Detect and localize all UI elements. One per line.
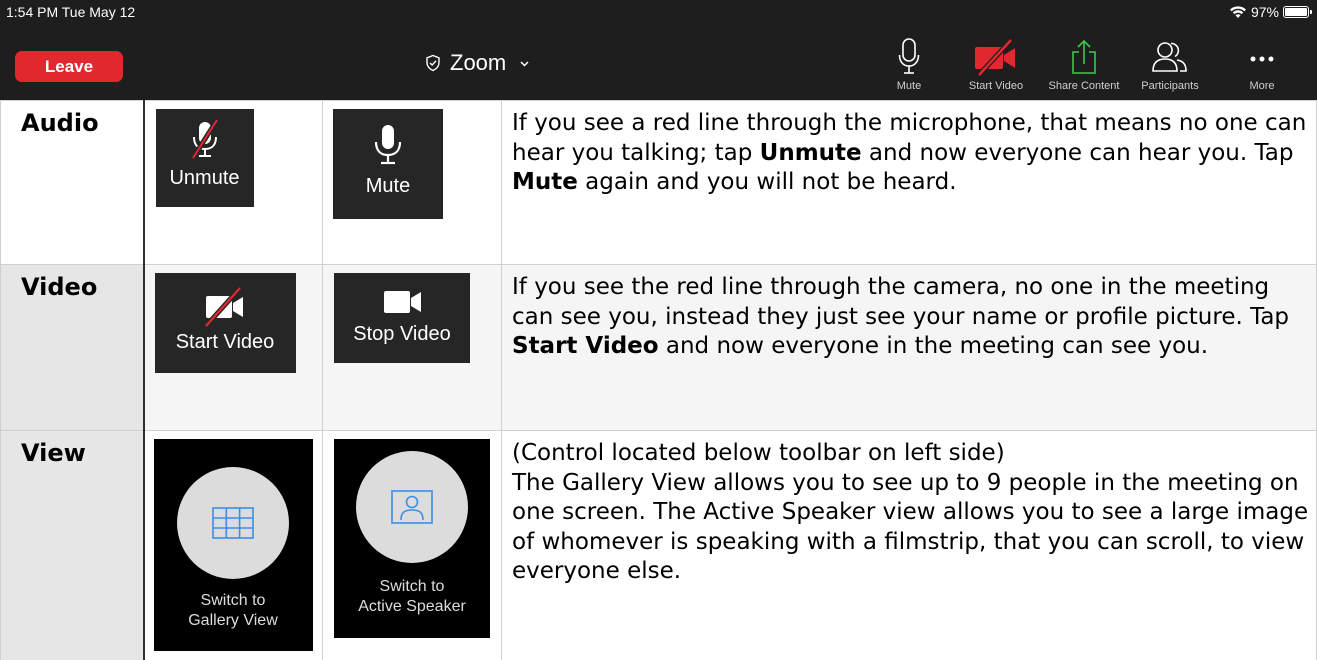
view-description: (Control located below toolbar on left s…	[501, 430, 1317, 660]
gallery-view-label: Switch to Gallery View	[188, 592, 278, 629]
table-row-view: View Switch to Gallery View Switch to Ac…	[0, 430, 1317, 660]
video-camera-icon	[384, 291, 421, 313]
unmute-label: Unmute	[169, 167, 240, 189]
wifi-icon	[1229, 6, 1246, 18]
participants-icon	[1152, 42, 1187, 72]
active-speaker-button-sample: Switch to Active Speaker	[334, 439, 490, 638]
share-icon	[1072, 39, 1096, 74]
row-header-video: Video	[0, 264, 145, 431]
microphone-icon	[374, 125, 402, 165]
microphone-muted-icon	[190, 118, 219, 160]
participants-button[interactable]: Participants	[1125, 36, 1215, 96]
gallery-view-button-sample: Switch to Gallery View	[153, 439, 313, 651]
meeting-title-dropdown[interactable]: Zoom	[424, 48, 531, 78]
more-icon	[1250, 56, 1274, 62]
stop-video-label: Stop Video	[353, 323, 451, 345]
microphone-icon	[898, 38, 920, 74]
row-header-view: View	[0, 430, 145, 660]
more-label: More	[1249, 80, 1275, 92]
mute-button-sample: Mute	[333, 109, 443, 219]
grid-icon	[212, 507, 254, 539]
stop-video-button-sample: Stop Video	[334, 273, 470, 363]
chevron-down-icon	[520, 60, 529, 67]
video-off-icon	[975, 38, 1015, 77]
video-description: If you see the red line through the came…	[501, 264, 1317, 431]
mute-button[interactable]: Mute	[864, 36, 954, 96]
controls-guide-table: Audio Unmute Mute If you see a red line …	[0, 100, 1317, 660]
shield-check-icon	[426, 54, 440, 72]
mute-label: Mute	[365, 175, 411, 197]
table-row-audio: Audio Unmute Mute If you see a red line …	[0, 100, 1317, 265]
video-off-icon	[204, 286, 243, 328]
battery-percent: 97%	[1250, 4, 1279, 20]
active-speaker-label: Switch to Active Speaker	[358, 578, 466, 615]
start-video-button-sample: Start Video	[154, 273, 296, 373]
battery-icon	[1283, 6, 1312, 18]
participants-label: Participants	[1141, 80, 1199, 92]
zoom-toolbar: 1:54 PM Tue May 12 97% Leave Zoom Mute S…	[0, 0, 1317, 100]
start-video-button[interactable]: Start Video	[951, 36, 1041, 96]
share-content-button[interactable]: Share Content	[1039, 36, 1129, 96]
share-content-label: Share Content	[1048, 80, 1120, 92]
audio-description: If you see a red line through the microp…	[501, 100, 1317, 265]
meeting-title: Zoom	[450, 50, 507, 75]
mute-label: Mute	[896, 80, 922, 92]
leave-button[interactable]: Leave	[15, 51, 123, 82]
table-row-video: Video Start Video Stop Video If you see …	[0, 264, 1317, 431]
active-speaker-icon	[391, 490, 433, 524]
unmute-button-sample: Unmute	[155, 109, 254, 207]
status-time: 1:54 PM Tue May 12	[6, 4, 136, 20]
start-video-label: Start Video	[175, 331, 275, 353]
start-video-label: Start Video	[968, 80, 1024, 92]
row-header-audio: Audio	[0, 100, 145, 265]
more-button[interactable]: More	[1227, 36, 1297, 96]
status-indicators: 97%	[1229, 4, 1312, 20]
